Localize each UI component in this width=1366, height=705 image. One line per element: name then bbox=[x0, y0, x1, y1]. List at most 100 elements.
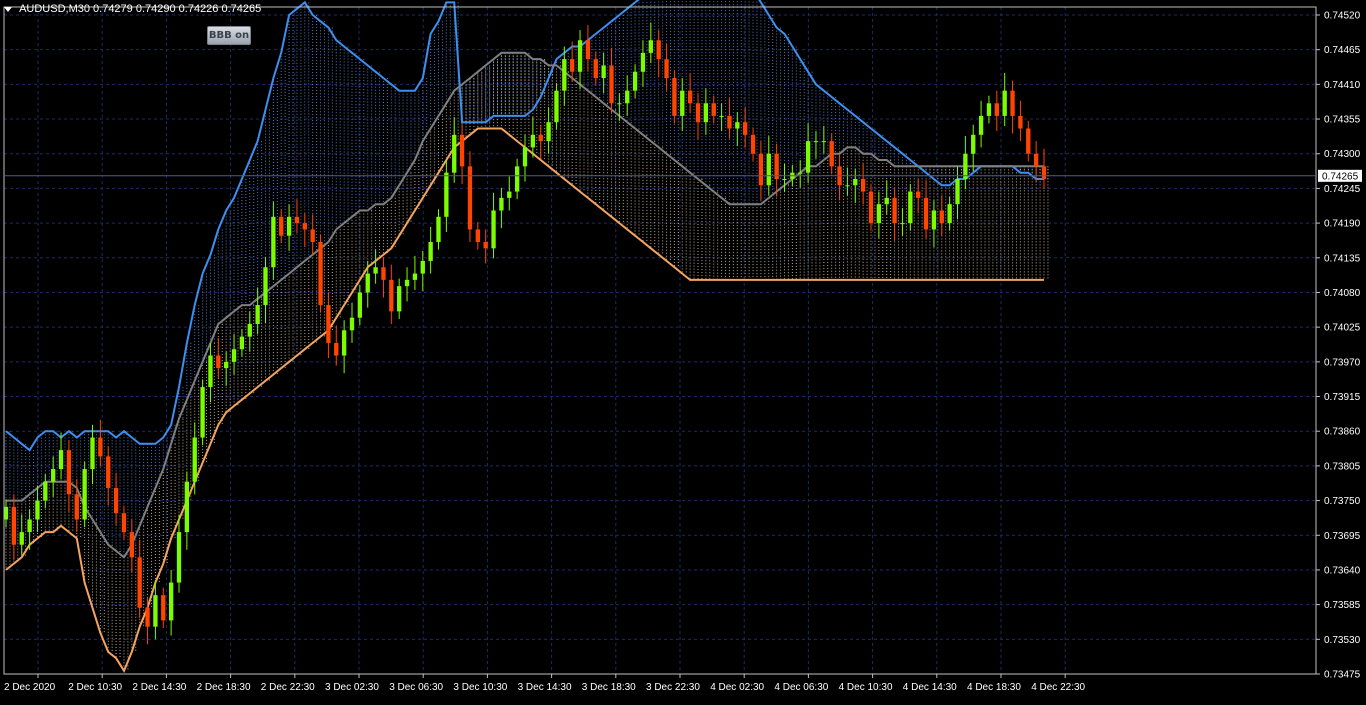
candle-body bbox=[719, 115, 724, 117]
candle-body bbox=[743, 122, 748, 135]
candle-body bbox=[514, 166, 520, 192]
candle-body bbox=[365, 273, 370, 293]
candle-body bbox=[923, 197, 929, 230]
candle-body bbox=[695, 103, 701, 123]
candle-body bbox=[208, 355, 213, 388]
candle-body bbox=[687, 90, 693, 104]
y-tick-label: 0.74465 bbox=[1324, 45, 1361, 56]
candle-body bbox=[1002, 90, 1007, 116]
candle-body bbox=[648, 40, 653, 53]
candle-body bbox=[428, 242, 433, 261]
candle-body bbox=[750, 134, 756, 154]
candle-body bbox=[11, 506, 17, 545]
candle-body bbox=[609, 65, 614, 104]
x-tick-label: 3 Dec 10:30 bbox=[453, 682, 507, 693]
candle-body bbox=[66, 450, 72, 495]
candle-body bbox=[302, 223, 307, 230]
candle-body bbox=[35, 500, 40, 520]
candle-body bbox=[1033, 153, 1039, 167]
candle-body bbox=[664, 59, 669, 79]
candle-body bbox=[711, 103, 716, 116]
candle-body bbox=[908, 191, 913, 224]
candle-body bbox=[829, 141, 834, 167]
candle-body bbox=[459, 134, 465, 167]
price-chart[interactable]: 0.74520 0.74465 0.74410 0.74355 0.74300 0.742… bbox=[0, 0, 1366, 700]
candle-body bbox=[507, 191, 512, 198]
candle-body bbox=[758, 153, 764, 186]
candle-body bbox=[373, 267, 378, 274]
x-tick-label: 2 Dec 22:30 bbox=[261, 682, 315, 693]
candle-body bbox=[404, 279, 410, 287]
symbol-info: AUDUSD,M30 0.74279 0.74290 0.74226 0.742… bbox=[19, 3, 262, 16]
candle-body bbox=[334, 342, 339, 356]
candle-body bbox=[971, 134, 976, 154]
candle-body bbox=[168, 582, 174, 621]
candle-body bbox=[554, 90, 559, 123]
candle-body bbox=[538, 134, 543, 142]
candle-body bbox=[239, 336, 245, 350]
y-tick-label: 0.73530 bbox=[1324, 635, 1361, 646]
candle-body bbox=[161, 595, 166, 621]
candle-body bbox=[798, 172, 803, 174]
candle-body bbox=[546, 122, 551, 142]
candle-body bbox=[963, 153, 968, 179]
x-tick-label: 3 Dec 06:30 bbox=[389, 682, 443, 693]
x-tick-label: 3 Dec 22:30 bbox=[646, 682, 700, 693]
candle-body bbox=[153, 595, 158, 627]
candle-body bbox=[625, 90, 630, 104]
candle-body bbox=[98, 437, 103, 457]
candle-body bbox=[271, 216, 276, 268]
candle-body bbox=[129, 532, 134, 558]
candle-body bbox=[318, 242, 323, 306]
y-tick-label: 0.73750 bbox=[1324, 496, 1361, 507]
x-tick-label: 4 Dec 18:30 bbox=[967, 682, 1021, 693]
candle-body bbox=[397, 286, 402, 312]
candle-body bbox=[813, 141, 819, 143]
candle-body bbox=[224, 361, 229, 369]
candle-body bbox=[90, 437, 95, 470]
candle-body bbox=[286, 216, 292, 236]
bbb-toggle-button[interactable]: BBB on bbox=[207, 26, 251, 45]
y-tick-label: 0.74080 bbox=[1324, 288, 1361, 299]
y-tick-label: 0.73585 bbox=[1324, 600, 1361, 611]
candle-body bbox=[1010, 90, 1015, 116]
y-tick-label: 0.73805 bbox=[1324, 461, 1361, 472]
candle-body bbox=[420, 260, 425, 274]
candle-body bbox=[357, 292, 363, 318]
candle-body bbox=[145, 607, 150, 627]
x-tick-label: 2 Dec 10:30 bbox=[68, 682, 122, 693]
candle-body bbox=[341, 330, 347, 356]
symbol-title[interactable]: AUDUSD,M30 0.74279 0.74290 0.74226 0.742… bbox=[4, 3, 261, 15]
candle-body bbox=[263, 267, 268, 306]
candle-body bbox=[656, 40, 661, 60]
y-tick-label: 0.73475 bbox=[1324, 670, 1361, 681]
candle-body bbox=[436, 216, 441, 243]
candle-body bbox=[986, 103, 992, 116]
candle-body bbox=[876, 204, 882, 224]
current-price-label: 0.74265 bbox=[1322, 171, 1359, 182]
candle-body bbox=[491, 210, 496, 249]
candle-body bbox=[499, 197, 504, 211]
candle-body bbox=[247, 324, 252, 337]
candle-body bbox=[475, 229, 480, 243]
candle-body bbox=[703, 103, 709, 123]
chart-area[interactable]: 0.74520 0.74465 0.74410 0.74355 0.74300 0.742… bbox=[0, 0, 1366, 700]
candle-body bbox=[231, 349, 237, 362]
candle-body bbox=[1018, 115, 1023, 129]
lower-band-line bbox=[5, 127, 1044, 673]
candle-body bbox=[27, 519, 32, 533]
candle-body bbox=[978, 115, 984, 135]
y-tick-label: 0.74135 bbox=[1324, 253, 1361, 264]
candle-body bbox=[381, 267, 386, 280]
y-tick-label: 0.74355 bbox=[1324, 115, 1361, 126]
x-tick-label: 2 Dec 18:30 bbox=[197, 682, 251, 693]
x-tick-label: 3 Dec 14:30 bbox=[518, 682, 572, 693]
candle-body bbox=[593, 59, 598, 79]
candle-body bbox=[43, 481, 48, 501]
candle-body bbox=[412, 273, 418, 280]
candle-body bbox=[632, 71, 638, 91]
candle-body bbox=[585, 40, 591, 60]
chevron-down-icon[interactable] bbox=[4, 6, 12, 12]
candle-body bbox=[121, 513, 127, 533]
plot-frame bbox=[3, 6, 1317, 675]
